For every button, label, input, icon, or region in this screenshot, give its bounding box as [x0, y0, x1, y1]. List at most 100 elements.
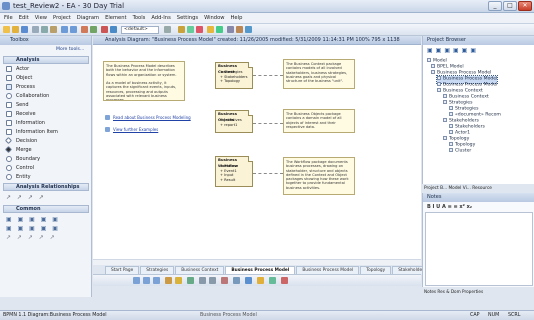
browser-tabs[interactable]: Project B... Model Vi... Resource — [422, 184, 534, 193]
menu-help[interactable]: Help — [231, 15, 243, 21]
same-size-icon[interactable] — [233, 277, 240, 284]
tool-process[interactable]: Process — [3, 83, 89, 91]
font-color-icon[interactable] — [165, 277, 172, 284]
bpm-reading-link[interactable]: Read about Business Process Modeling — [113, 115, 191, 120]
project-browser: Project Browser ▣▣▣▣▣▣ Model BPEL Model … — [422, 36, 534, 184]
bring-front-icon[interactable] — [257, 277, 264, 284]
tool-actor[interactable]: Actor — [3, 65, 89, 73]
package-icon[interactable] — [207, 26, 214, 33]
element-icon[interactable] — [187, 26, 194, 33]
business-objects-note[interactable]: The Business Objects package contains a … — [283, 109, 355, 133]
menu-settings[interactable]: Settings — [177, 15, 198, 21]
menu-element[interactable]: Element — [105, 15, 126, 21]
menu-tools[interactable]: Tools — [133, 15, 146, 21]
lock-icon[interactable] — [269, 277, 276, 284]
tab-business-process-model[interactable]: Business Process Model — [296, 266, 360, 274]
relationship-tools-icon[interactable]: ↗ ↗ ↗ ↗ — [6, 194, 86, 201]
tab-start-page[interactable]: Start Page — [105, 266, 140, 274]
tab-business-context[interactable]: Business Context — [175, 266, 225, 274]
tool-entity[interactable]: Entity — [3, 173, 89, 181]
tool-merge[interactable]: Merge — [3, 145, 89, 154]
workflow-note[interactable]: The Workflow package documents business … — [283, 157, 355, 195]
entity-icon — [6, 174, 12, 180]
business-context-note[interactable]: The Business Context package contains mo… — [283, 59, 355, 89]
tool-information-item[interactable]: Information Item — [3, 128, 89, 136]
copy-icon[interactable] — [41, 26, 48, 33]
new-icon[interactable] — [3, 26, 10, 33]
notes-title: Notes — [423, 193, 534, 202]
layout-icon[interactable] — [221, 277, 228, 284]
common-tools-icon[interactable]: ▣ ▣ ▣ ▣ ▣ — [6, 225, 86, 232]
align-center-icon[interactable] — [143, 277, 150, 284]
fill-color-icon[interactable] — [175, 277, 182, 284]
paste-icon[interactable] — [50, 26, 57, 33]
undo-icon[interactable] — [61, 26, 68, 33]
delete-icon[interactable] — [281, 277, 288, 284]
menu-add-ins[interactable]: Add-Ins — [151, 15, 170, 21]
report-icon[interactable] — [236, 26, 243, 33]
maximize-button[interactable]: □ — [503, 1, 517, 11]
examples-link[interactable]: View further Examples — [113, 127, 158, 132]
tool-label: Information Item — [16, 129, 58, 135]
notes-tabs[interactable]: Notes Res & Dom Properties — [422, 287, 534, 297]
layout-icon[interactable] — [227, 26, 234, 33]
cut-icon[interactable] — [32, 26, 39, 33]
more-tools-link[interactable]: More tools... — [56, 47, 84, 52]
tab-business-process-model-active[interactable]: Business Process Model — [225, 266, 296, 274]
tool-decision[interactable]: Decision — [3, 136, 89, 145]
tool-object[interactable]: Object — [3, 74, 89, 82]
section-common[interactable]: Common — [3, 205, 89, 213]
notes-text-area[interactable] — [425, 212, 533, 286]
section-analysis-relationships[interactable]: Analysis Relationships — [3, 183, 89, 191]
browser-toolbar-icon[interactable]: ▣▣▣▣▣▣ — [427, 47, 531, 55]
tool-boundary[interactable]: Boundary — [3, 155, 89, 163]
save-icon[interactable] — [21, 26, 28, 33]
tool-collaboration[interactable]: Collaboration — [3, 92, 89, 100]
close-button[interactable]: ✕ — [518, 1, 532, 11]
menu-edit[interactable]: Edit — [19, 15, 29, 21]
common-tools-icon[interactable]: ▣ ▣ ▣ ▣ ▣ — [6, 216, 86, 223]
link-icon[interactable] — [196, 26, 203, 33]
tool-control[interactable]: Control — [3, 164, 89, 172]
menu-view[interactable]: View — [35, 15, 47, 21]
line-color-icon[interactable] — [187, 277, 194, 284]
refresh-icon[interactable] — [110, 26, 117, 33]
zoom-icon[interactable] — [209, 277, 216, 284]
diagram-icon[interactable] — [178, 26, 185, 33]
grid-icon[interactable] — [199, 277, 206, 284]
redo-icon[interactable] — [70, 26, 77, 33]
diagram-header: Analysis Diagram: "Business Process Mode… — [93, 36, 421, 45]
notes-format-toolbar[interactable]: B I U A ≡ ≡ x² x₂ — [427, 204, 472, 210]
menu-window[interactable]: Window — [204, 15, 224, 21]
align-left-icon[interactable] — [133, 277, 140, 284]
search-icon[interactable] — [90, 26, 97, 33]
package-business-context[interactable]: Business Context + Strategies + Stakehol… — [215, 62, 253, 89]
tool-send[interactable]: Send — [3, 101, 89, 109]
menu-diagram[interactable]: Diagram — [77, 15, 99, 21]
open-folder-icon[interactable] — [12, 26, 19, 33]
tree-cluster[interactable]: Cluster — [449, 148, 471, 155]
delete-icon[interactable] — [101, 26, 108, 33]
menu-file[interactable]: File — [4, 15, 13, 21]
align-right-icon[interactable] — [153, 277, 160, 284]
validate-icon[interactable] — [216, 26, 223, 33]
notes-panel: Notes B I U A ≡ ≡ x² x₂ — [422, 193, 534, 287]
settings-icon[interactable] — [164, 26, 171, 33]
menu-project[interactable]: Project — [53, 15, 71, 21]
tab-strategies[interactable]: Strategies — [140, 266, 175, 274]
tab-topology[interactable]: Topology — [360, 266, 392, 274]
diagram-canvas[interactable]: The Business Process Model describes bot… — [93, 45, 421, 259]
help-icon[interactable] — [245, 26, 252, 33]
tool-information[interactable]: Information — [3, 119, 89, 127]
connector-tools-icon[interactable]: ↗ ↗ ↗ ↗ ↗ — [6, 234, 86, 241]
package-business-objects[interactable]: Business Objects + Initiatives + report1 — [215, 110, 253, 133]
package-business-workflow[interactable]: Business Workflow + Process + Event1 + I… — [215, 156, 253, 187]
tool-label: Send — [16, 102, 29, 108]
print-icon[interactable] — [81, 26, 88, 33]
intro-note[interactable]: The Business Process Model describes bot… — [103, 61, 185, 101]
section-analysis[interactable]: Analysis — [3, 56, 89, 64]
perspective-select[interactable]: <default> — [121, 26, 159, 34]
minimize-button[interactable]: _ — [488, 1, 502, 11]
tool-receive[interactable]: Receive — [3, 110, 89, 118]
send-back-icon[interactable] — [245, 277, 252, 284]
